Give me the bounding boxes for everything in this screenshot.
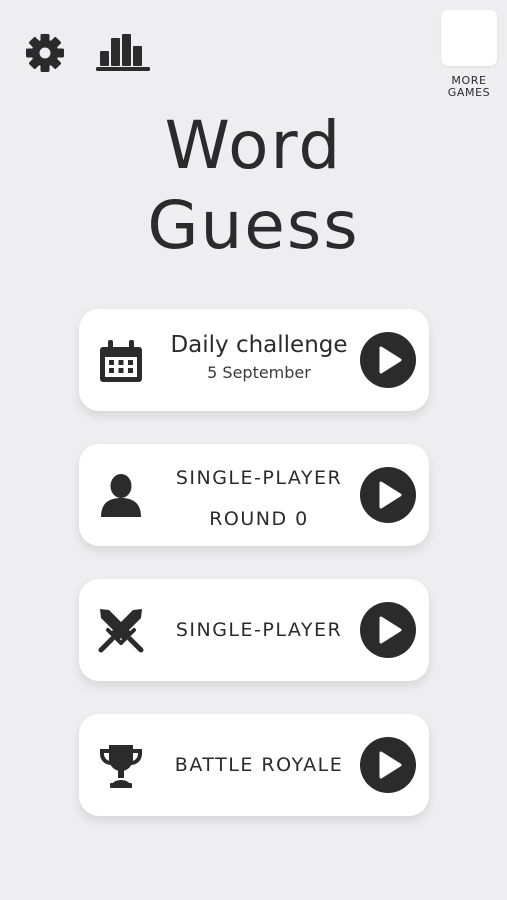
daily-challenge-play-button[interactable] <box>360 332 416 388</box>
single-player-versus-play-button[interactable] <box>360 602 416 658</box>
play-icon <box>379 346 402 374</box>
round-counter: ROUND 0 <box>209 508 309 530</box>
more-games-label: MORE GAMES <box>440 75 498 99</box>
battle-royale-text: BATTLE ROYALE <box>159 751 359 779</box>
statistics-bar-chart-icon[interactable] <box>96 32 150 72</box>
play-icon <box>379 616 402 644</box>
more-games-button[interactable]: MORE GAMES <box>440 10 498 99</box>
app-title-line1: Word <box>164 107 343 184</box>
single-player-round-play-button[interactable] <box>360 467 416 523</box>
single-player-round-text: SINGLE-PLAYER ROUND 0 <box>159 464 359 533</box>
single-player-versus-label: SINGLE-PLAYER <box>175 619 343 641</box>
battle-royale-play-button[interactable] <box>360 737 416 793</box>
daily-challenge-title: Daily challenge <box>170 332 348 358</box>
battle-royale-card[interactable]: BATTLE ROYALE <box>79 714 429 816</box>
settings-gear-icon[interactable] <box>24 32 66 74</box>
single-player-label: SINGLE-PLAYER <box>175 467 343 489</box>
daily-challenge-date: 5 September <box>207 363 311 382</box>
battle-royale-label: BATTLE ROYALE <box>174 754 344 776</box>
person-icon <box>97 471 145 519</box>
daily-challenge-card[interactable]: Daily challenge 5 September <box>79 309 429 411</box>
more-games-tile[interactable] <box>441 10 497 66</box>
daily-challenge-text: Daily challenge 5 September <box>159 330 359 384</box>
play-icon <box>379 481 402 509</box>
calendar-icon <box>97 336 145 384</box>
app-title-line2: Guess <box>147 187 360 264</box>
more-games-label-line2: GAMES <box>447 86 491 99</box>
single-player-versus-card[interactable]: SINGLE-PLAYER <box>79 579 429 681</box>
crossed-swords-icon <box>97 606 145 654</box>
play-icon <box>379 751 402 779</box>
single-player-round-card[interactable]: SINGLE-PLAYER ROUND 0 <box>79 444 429 546</box>
trophy-icon <box>97 741 145 789</box>
single-player-versus-text: SINGLE-PLAYER <box>159 616 359 644</box>
